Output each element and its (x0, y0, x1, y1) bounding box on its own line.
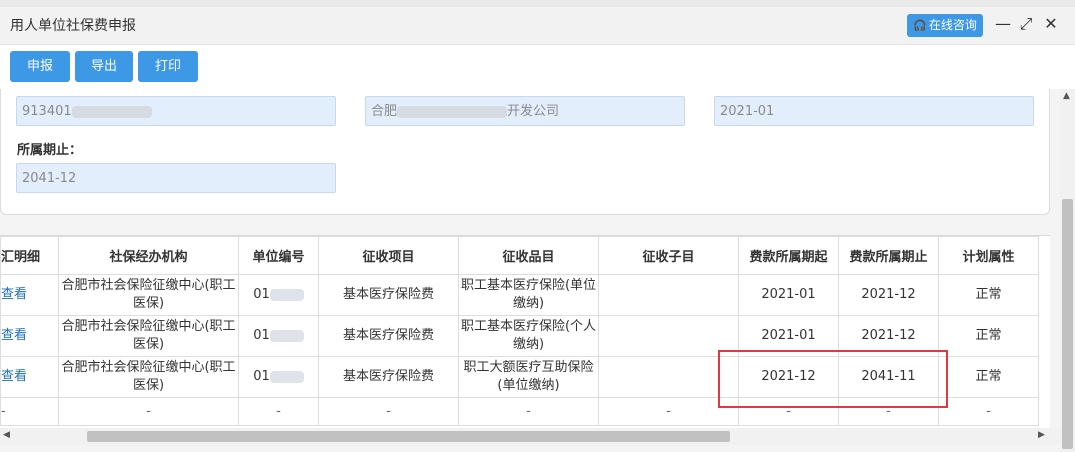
detail-grid: 汇明细 社保经办机构 单位编号 征收项目 征收品目 征收子目 费款所属期起 费款… (0, 235, 1050, 436)
column-header: 征收品目 (458, 236, 599, 275)
headset-icon: 🎧 (913, 19, 927, 32)
redacted-mark (269, 370, 304, 383)
end-cell: 2041-11 (838, 356, 939, 398)
column-header: 单位编号 (238, 236, 319, 275)
empty-cell: - (598, 397, 739, 426)
end-cell: 2021-12 (838, 274, 939, 316)
start-cell: 2021-01 (738, 315, 839, 357)
title-bar: 用人单位社保费申报 🎧 在线咨询 — ⤢ ✕ (0, 0, 1075, 45)
empty-cell: - (938, 397, 1039, 426)
empty-cell: - (58, 397, 239, 426)
online-consult-label: 在线咨询 (928, 18, 977, 32)
category-cell: 职工大额医疗互助保险(单位缴纳) (458, 356, 599, 398)
export-button[interactable]: 导出 (75, 51, 133, 82)
window-title: 用人单位社保费申报 (10, 18, 136, 34)
sub-cell (598, 274, 739, 316)
horizontal-scroll-thumb[interactable] (87, 431, 730, 442)
attr-cell: 正常 (938, 315, 1039, 357)
company-name-suffix: 开发公司 (507, 104, 560, 119)
category-cell: 职工基本医疗保险(个人缴纳) (458, 315, 599, 357)
item-cell: 基本医疗保险费 (318, 315, 459, 357)
view-link[interactable]: 查看 (0, 274, 59, 316)
company-name-field[interactable]: 合肥 开发公司 (365, 96, 685, 126)
view-link[interactable]: 查看 (0, 356, 59, 398)
toolbar: 申报 导出 打印 (0, 45, 1075, 89)
online-consult-button[interactable]: 🎧 在线咨询 (907, 14, 983, 37)
maximize-icon[interactable]: ⤢ (1017, 14, 1035, 34)
category-cell: 职工基本医疗保险(单位缴纳) (458, 274, 599, 316)
period-end-field[interactable]: 2041-12 (16, 163, 336, 193)
column-header: 社保经办机构 (58, 236, 239, 275)
redacted-mark (397, 105, 508, 118)
horizontal-scrollbar[interactable]: ◀ ▶ (0, 428, 1060, 445)
attr-cell: 正常 (938, 274, 1039, 316)
vertical-scrollbar[interactable]: ▲ (1060, 89, 1075, 452)
detail-table: 汇明细 社保经办机构 单位编号 征收项目 征收品目 征收子目 费款所属期起 费款… (0, 236, 1039, 426)
unit-no-value: 01 (253, 328, 270, 343)
item-cell: 基本医疗保险费 (318, 356, 459, 398)
table-header-row: 汇明细 社保经办机构 单位编号 征收项目 征收品目 征收子目 费款所属期起 费款… (0, 236, 1039, 275)
redacted-mark (269, 329, 304, 342)
redacted-mark (269, 288, 304, 301)
column-header: 费款所属期起 (738, 236, 839, 275)
empty-cell: - (738, 397, 839, 426)
form-panel: 913401 合肥 开发公司 2021-01 所属期止： 2041-12 (0, 89, 1050, 215)
vertical-scroll-thumb[interactable] (1062, 199, 1073, 449)
view-link[interactable]: 查看 (0, 315, 59, 357)
credit-code-field[interactable]: 913401 (16, 96, 336, 126)
unit-no-cell: 01 (238, 356, 319, 398)
column-header: 征收项目 (318, 236, 459, 275)
start-cell: 2021-12 (738, 356, 839, 398)
empty-cell: - (0, 397, 59, 426)
content-area: 913401 合肥 开发公司 2021-01 所属期止： 2041-12 汇明细 … (0, 89, 1060, 452)
period-start-field[interactable]: 2021-01 (714, 96, 1034, 126)
sub-cell (598, 356, 739, 398)
empty-row: - - - - - - - - - (0, 397, 1039, 426)
table-row: 查看 合肥市社会保险征缴中心(职工医保) 01 基本医疗保险费 职工基本医疗保险… (0, 274, 1039, 316)
column-header: 计划属性 (938, 236, 1039, 275)
credit-code-value: 913401 (22, 104, 72, 119)
attr-cell: 正常 (938, 356, 1039, 398)
empty-cell: - (838, 397, 939, 426)
empty-cell: - (458, 397, 599, 426)
top-strip (0, 0, 1075, 7)
close-icon[interactable]: ✕ (1042, 14, 1060, 34)
column-header: 汇明细 (0, 236, 59, 275)
unit-no-cell: 01 (238, 315, 319, 357)
scroll-up-icon[interactable]: ▲ (1063, 91, 1070, 101)
agency-cell: 合肥市社会保险征缴中心(职工医保) (58, 274, 239, 316)
end-cell: 2021-12 (838, 315, 939, 357)
declare-button[interactable]: 申报 (10, 51, 70, 82)
unit-no-value: 01 (253, 287, 270, 302)
empty-cell: - (238, 397, 319, 426)
table-row: 查看 合肥市社会保险征缴中心(职工医保) 01 基本医疗保险费 职工大额医疗互助… (0, 356, 1039, 398)
unit-no-value: 01 (253, 369, 270, 384)
sub-cell (598, 315, 739, 357)
scroll-right-icon[interactable]: ▶ (1038, 430, 1045, 440)
scroll-left-icon[interactable]: ◀ (3, 430, 10, 440)
period-end-label: 所属期止： (17, 143, 83, 158)
agency-cell: 合肥市社会保险征缴中心(职工医保) (58, 356, 239, 398)
minimize-icon[interactable]: — (994, 14, 1012, 34)
agency-cell: 合肥市社会保险征缴中心(职工医保) (58, 315, 239, 357)
table-row: 查看 合肥市社会保险征缴中心(职工医保) 01 基本医疗保险费 职工基本医疗保险… (0, 315, 1039, 357)
start-cell: 2021-01 (738, 274, 839, 316)
print-button[interactable]: 打印 (138, 51, 198, 82)
unit-no-cell: 01 (238, 274, 319, 316)
column-header: 费款所属期止 (838, 236, 939, 275)
empty-cell: - (318, 397, 459, 426)
item-cell: 基本医疗保险费 (318, 274, 459, 316)
company-name-prefix: 合肥 (371, 104, 398, 119)
column-header: 征收子目 (598, 236, 739, 275)
redacted-mark (71, 105, 152, 118)
